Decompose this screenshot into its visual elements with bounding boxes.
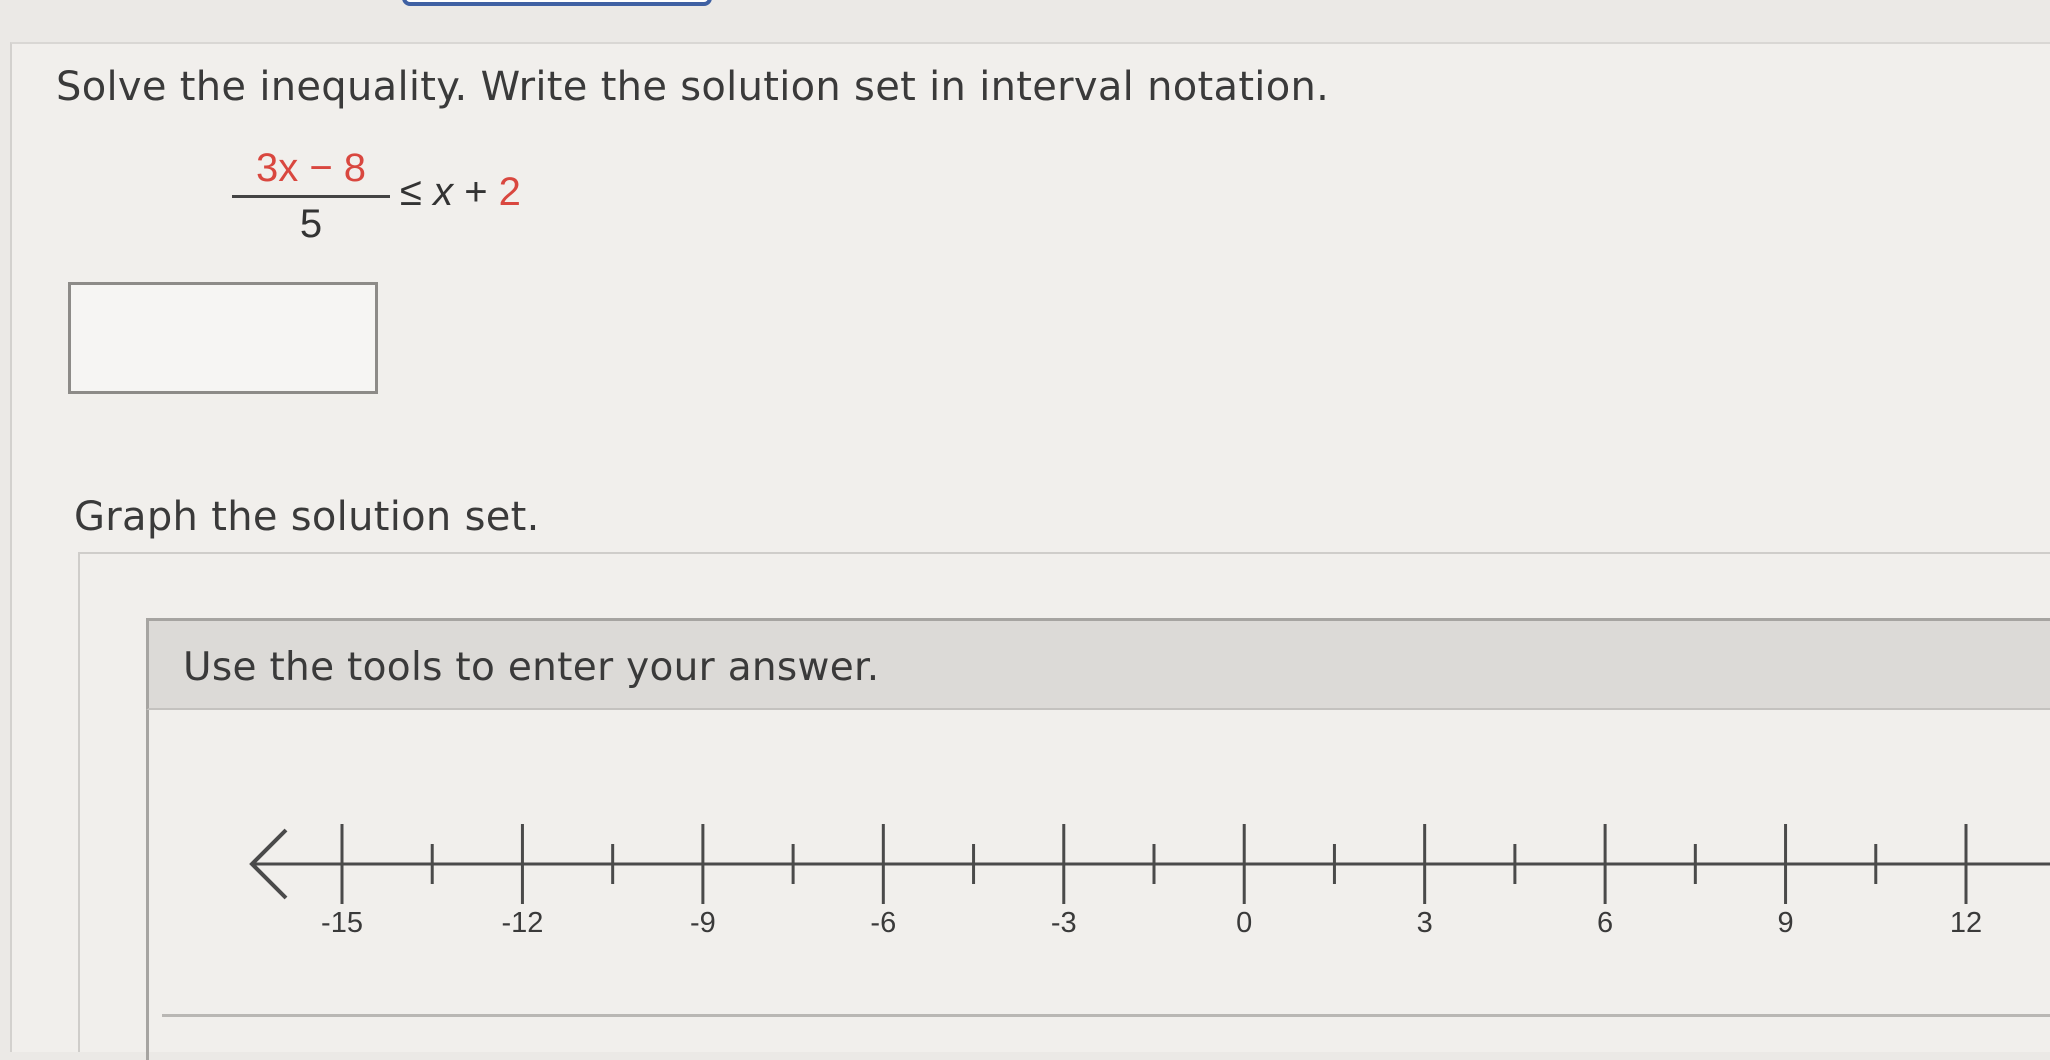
inequality-fraction: 3x − 8 5 bbox=[232, 146, 390, 246]
variable-x: x bbox=[433, 170, 454, 214]
graph-prompt: Graph the solution set. bbox=[74, 494, 540, 540]
constant-term: 2 bbox=[498, 170, 521, 214]
graph-tool-area[interactable] bbox=[146, 710, 2050, 1060]
interval-answer-input[interactable] bbox=[68, 282, 378, 394]
plus-sign: + bbox=[453, 170, 499, 214]
tools-header: Use the tools to enter your answer. bbox=[146, 618, 2050, 710]
tools-instruction: Use the tools to enter your answer. bbox=[183, 645, 880, 690]
fraction-numerator: 3x − 8 bbox=[255, 146, 367, 190]
relation-symbol: ≤ bbox=[400, 170, 422, 214]
fraction-denominator: 5 bbox=[299, 202, 323, 246]
question-prompt: Solve the inequality. Write the solution… bbox=[56, 64, 1330, 110]
bottom-divider bbox=[162, 1014, 2050, 1017]
fraction-bar bbox=[232, 195, 390, 198]
active-tab-indicator[interactable] bbox=[402, 0, 712, 6]
inequality-right-side: ≤ x + 2 bbox=[400, 170, 521, 215]
